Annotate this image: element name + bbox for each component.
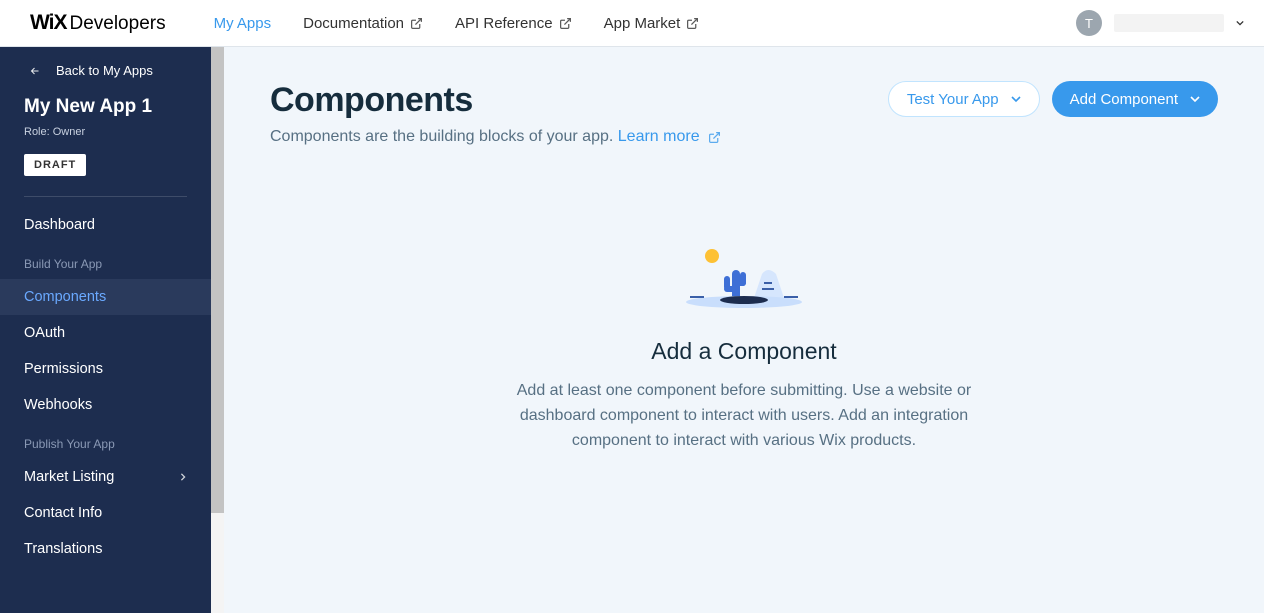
sidebar-item-components[interactable]: Components	[0, 279, 211, 315]
button-label: Test Your App	[907, 91, 999, 108]
sidebar-item-label: Translations	[24, 541, 102, 557]
desert-illustration-icon	[684, 246, 804, 310]
chevron-right-icon	[179, 473, 187, 481]
chevron-down-icon	[1011, 94, 1021, 104]
topnav-label: App Market	[604, 15, 681, 32]
app-info: My New App 1 Role: Owner DRAFT	[0, 96, 211, 196]
topnav-app-market[interactable]: App Market	[604, 15, 700, 32]
logo-developers: Developers	[69, 13, 165, 35]
page-subtitle: Components are the building blocks of yo…	[270, 128, 721, 146]
sidebar-item-label: Permissions	[24, 361, 103, 377]
sidebar-item-webhooks[interactable]: Webhooks	[0, 387, 211, 423]
app-name: My New App 1	[24, 96, 187, 118]
user-menu[interactable]	[1114, 14, 1224, 32]
divider	[24, 196, 187, 197]
sidebar-item-label: OAuth	[24, 325, 65, 341]
sidebar-item-label: Contact Info	[24, 505, 102, 521]
user-area: T	[1076, 10, 1244, 36]
main-content: Components Components are the building b…	[224, 47, 1264, 613]
sidebar-item-translations[interactable]: Translations	[0, 531, 211, 567]
chevron-down-icon	[1236, 19, 1244, 27]
external-link-icon	[708, 131, 721, 144]
scrollbar-track[interactable]	[211, 47, 224, 613]
chevron-down-icon	[1190, 94, 1200, 104]
arrow-left-icon	[28, 65, 42, 77]
topnav-label: API Reference	[455, 15, 553, 32]
sidebar-item-label: Components	[24, 289, 106, 305]
topbar: WiX Developers My Apps Documentation API…	[0, 0, 1264, 47]
add-component-button[interactable]: Add Component	[1052, 81, 1218, 117]
sidebar: Back to My Apps My New App 1 Role: Owner…	[0, 47, 211, 613]
sidebar-item-label: Market Listing	[24, 469, 114, 485]
page-title: Components	[270, 81, 721, 120]
role-line: Role: Owner	[24, 126, 187, 138]
back-to-my-apps[interactable]: Back to My Apps	[0, 47, 211, 96]
external-link-icon	[410, 17, 423, 30]
topnav: My Apps Documentation API Reference App …	[214, 15, 1076, 32]
page-header: Components Components are the building b…	[270, 81, 1218, 146]
test-your-app-button[interactable]: Test Your App	[888, 81, 1040, 117]
external-link-icon	[559, 17, 572, 30]
logo-wix: WiX	[30, 11, 66, 35]
sidebar-item-oauth[interactable]: OAuth	[0, 315, 211, 351]
sidebar-item-label: Webhooks	[24, 397, 92, 413]
avatar-letter: T	[1085, 16, 1093, 31]
topnav-documentation[interactable]: Documentation	[303, 15, 423, 32]
empty-state-description: Add at least one component before submit…	[484, 379, 1004, 453]
sidebar-item-market-listing[interactable]: Market Listing	[0, 459, 211, 495]
title-block: Components Components are the building b…	[270, 81, 721, 146]
avatar[interactable]: T	[1076, 10, 1102, 36]
subtitle-text: Components are the building blocks of yo…	[270, 128, 618, 145]
sidebar-item-contact-info[interactable]: Contact Info	[0, 495, 211, 531]
learn-more-link[interactable]: Learn more	[618, 128, 721, 146]
status-badge: DRAFT	[24, 154, 86, 176]
section-build-label: Build Your App	[0, 243, 211, 279]
empty-state: Add a Component Add at least one compone…	[270, 146, 1218, 613]
section-publish-label: Publish Your App	[0, 423, 211, 459]
logo[interactable]: WiX Developers	[30, 11, 166, 35]
topnav-label: My Apps	[214, 15, 272, 32]
topnav-api-reference[interactable]: API Reference	[455, 15, 572, 32]
scrollbar-thumb[interactable]	[211, 47, 224, 513]
learn-more-label: Learn more	[618, 128, 700, 146]
sidebar-item-dashboard[interactable]: Dashboard	[0, 207, 211, 243]
back-label: Back to My Apps	[56, 63, 153, 78]
topnav-my-apps[interactable]: My Apps	[214, 15, 272, 32]
sidebar-item-label: Dashboard	[24, 217, 95, 233]
empty-state-title: Add a Component	[651, 338, 836, 365]
topnav-label: Documentation	[303, 15, 404, 32]
header-actions: Test Your App Add Component	[888, 81, 1218, 117]
button-label: Add Component	[1070, 91, 1178, 108]
sidebar-item-permissions[interactable]: Permissions	[0, 351, 211, 387]
external-link-icon	[686, 17, 699, 30]
